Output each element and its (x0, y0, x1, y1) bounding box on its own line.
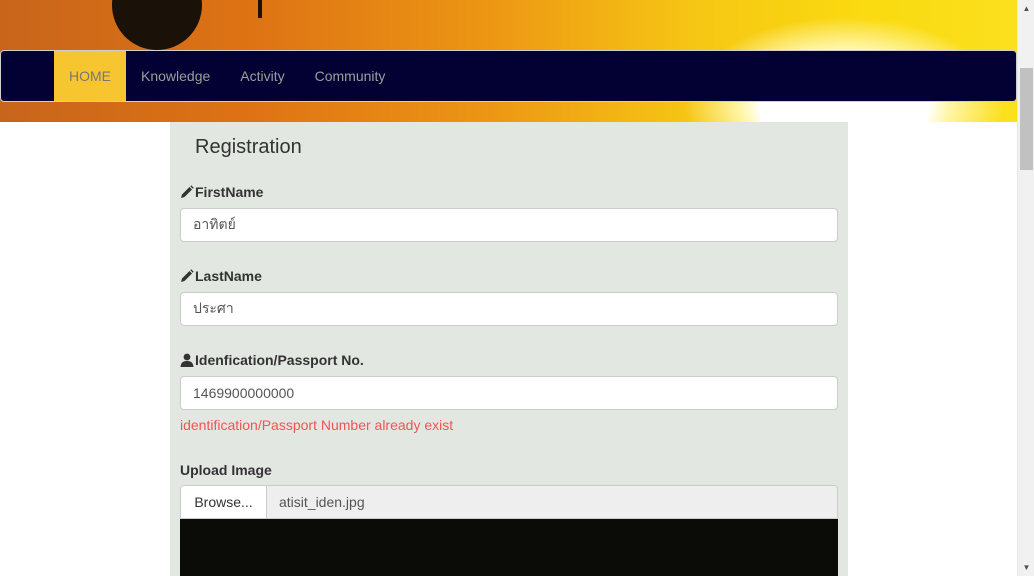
idnumber-input[interactable] (180, 376, 838, 410)
browse-button[interactable]: Browse... (181, 486, 267, 518)
banner-silhouette (112, 0, 202, 50)
page-scrollbar[interactable]: ▲ ▼ (1017, 0, 1034, 576)
nav-activity[interactable]: Activity (225, 51, 299, 101)
banner-pole (258, 0, 262, 18)
file-upload-group: Browse... atisit_iden.jpg (180, 485, 838, 519)
lastname-label-row: LastName (180, 268, 262, 284)
nav-community[interactable]: Community (300, 51, 401, 101)
registration-panel: Registration FirstName LastName Idenfica… (170, 122, 848, 576)
scroll-up-arrow-icon[interactable]: ▲ (1018, 0, 1034, 17)
page: HOME Knowledge Activity Community Regist… (0, 0, 1034, 576)
idnumber-error-message: identification/Passport Number already e… (180, 417, 454, 433)
page-title: Registration (195, 136, 302, 158)
idnumber-label-row: Idenfication/Passport No. (180, 352, 364, 368)
firstname-label-row: FirstName (180, 184, 263, 200)
pencil-icon (180, 269, 194, 283)
scroll-thumb[interactable] (1020, 68, 1033, 170)
nav-home[interactable]: HOME (54, 51, 126, 101)
nav-knowledge[interactable]: Knowledge (126, 51, 225, 101)
main-navbar: HOME Knowledge Activity Community (0, 50, 1017, 102)
upload-image-label: Upload Image (180, 462, 272, 478)
firstname-input[interactable] (180, 208, 838, 242)
pencil-icon (180, 185, 194, 199)
lastname-input[interactable] (180, 292, 838, 326)
uploaded-image-preview (180, 519, 838, 576)
lastname-label: LastName (195, 268, 262, 284)
firstname-label: FirstName (195, 184, 264, 200)
idnumber-label: Idenfication/Passport No. (195, 352, 364, 368)
scroll-down-arrow-icon[interactable]: ▼ (1018, 559, 1034, 576)
user-icon (180, 353, 194, 367)
file-name-display: atisit_iden.jpg (267, 486, 837, 518)
